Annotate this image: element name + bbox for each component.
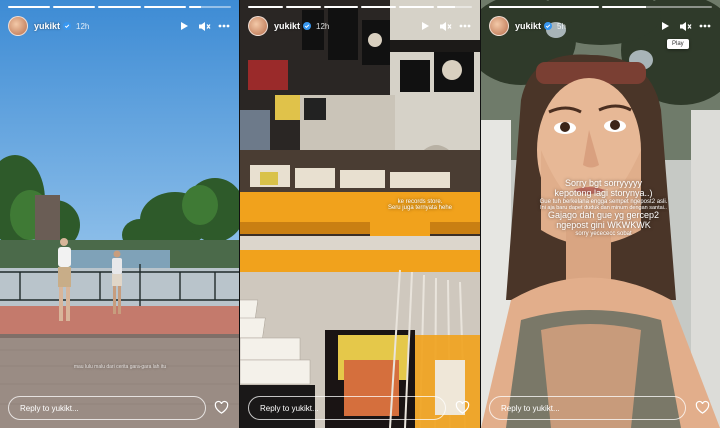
progress-fill [143, 6, 186, 8]
story-panel-3[interactable]: yukikt 5h Play Sorry bgt sorryyyyy kepot… [481, 0, 720, 428]
caption-line: sorry yecececc sobat [575, 230, 632, 237]
username[interactable]: yukikt [274, 21, 300, 31]
more-icon [459, 24, 471, 28]
progress-fill [98, 6, 141, 8]
reply-input[interactable]: Reply to yukikt... [248, 396, 446, 420]
progress-fill [399, 6, 435, 8]
progress-fill [361, 6, 397, 8]
reply-placeholder: Reply to yukikt... [501, 403, 560, 413]
mute-button[interactable] [438, 19, 452, 33]
more-button[interactable] [458, 19, 472, 33]
heart-icon[interactable] [214, 400, 229, 415]
story-panel-2[interactable]: yukikt 12h ke records store. Seru juga t… [240, 0, 480, 428]
post-time: 12h [76, 21, 90, 31]
progress-bars [248, 6, 472, 8]
mute-button[interactable] [197, 19, 211, 33]
mute-icon [439, 21, 451, 31]
progress-segment [489, 6, 599, 8]
story-panel-1[interactable]: yukikt 12h mau lulu malu dari cerita gar… [0, 0, 239, 428]
progress-fill [285, 6, 321, 8]
progress-segment [188, 6, 232, 8]
progress-segment [399, 6, 435, 8]
mute-button[interactable] [678, 19, 692, 33]
progress-segment [248, 6, 283, 8]
caption-line: ngepost gini WKWKWK [556, 219, 651, 230]
progress-segment [285, 6, 321, 8]
avatar[interactable] [489, 16, 509, 36]
more-button[interactable] [217, 19, 231, 33]
caption-line: Seru juga ternyata hehe [387, 205, 453, 211]
mute-icon [198, 21, 210, 31]
avatar[interactable] [248, 16, 268, 36]
username[interactable]: yukikt [34, 21, 60, 31]
progress-fill [323, 6, 359, 8]
more-icon [218, 24, 230, 28]
reply-input[interactable]: Reply to yukikt... [8, 396, 206, 420]
progress-fill [188, 6, 202, 8]
username[interactable]: yukikt [515, 21, 541, 31]
play-tooltip: Play [667, 39, 689, 49]
progress-fill [437, 6, 455, 8]
verified-icon [303, 22, 312, 30]
story-caption: Sorry bgt sorryyyyy kepotong lagi storyn… [496, 178, 711, 237]
progress-bars [8, 6, 232, 8]
story-header: yukikt 5h [489, 14, 712, 38]
play-icon [421, 22, 429, 30]
progress-segment [323, 6, 359, 8]
story-caption: mau lulu malu dari cerita gara-gara lah … [73, 364, 167, 370]
heart-icon[interactable] [455, 400, 470, 415]
story-header: yukikt 12h [248, 14, 472, 38]
progress-segment [98, 6, 141, 8]
heart-icon[interactable] [695, 400, 710, 415]
more-icon [699, 24, 711, 28]
story-image-record-store [240, 0, 480, 428]
reply-placeholder: Reply to yukikt... [20, 403, 79, 413]
progress-segment [361, 6, 397, 8]
verified-icon [544, 22, 553, 30]
play-icon [661, 22, 669, 30]
reply-input[interactable]: Reply to yukikt... [489, 396, 686, 420]
progress-segment [8, 6, 51, 8]
avatar[interactable] [8, 16, 28, 36]
progress-bars [489, 6, 712, 8]
progress-fill [602, 6, 646, 8]
progress-segment [437, 6, 472, 8]
play-button[interactable] [658, 19, 672, 33]
caption-line: kepotong lagi storynya..) [554, 187, 653, 198]
progress-fill [248, 6, 283, 8]
reply-placeholder: Reply to yukikt... [260, 403, 319, 413]
play-icon [180, 22, 188, 30]
progress-segment [143, 6, 186, 8]
progress-fill [8, 6, 51, 8]
progress-segment [602, 6, 712, 8]
play-button[interactable] [177, 19, 191, 33]
mute-icon [679, 21, 691, 31]
progress-fill [53, 6, 96, 8]
progress-segment [53, 6, 96, 8]
progress-fill [489, 6, 599, 8]
play-button[interactable] [418, 19, 432, 33]
story-caption: ke records store. Seru juga ternyata heh… [370, 199, 470, 211]
more-button[interactable] [698, 19, 712, 33]
story-header: yukikt 12h [8, 14, 231, 38]
verified-icon [63, 22, 72, 30]
post-time: 5h [557, 21, 566, 31]
post-time: 12h [316, 21, 330, 31]
